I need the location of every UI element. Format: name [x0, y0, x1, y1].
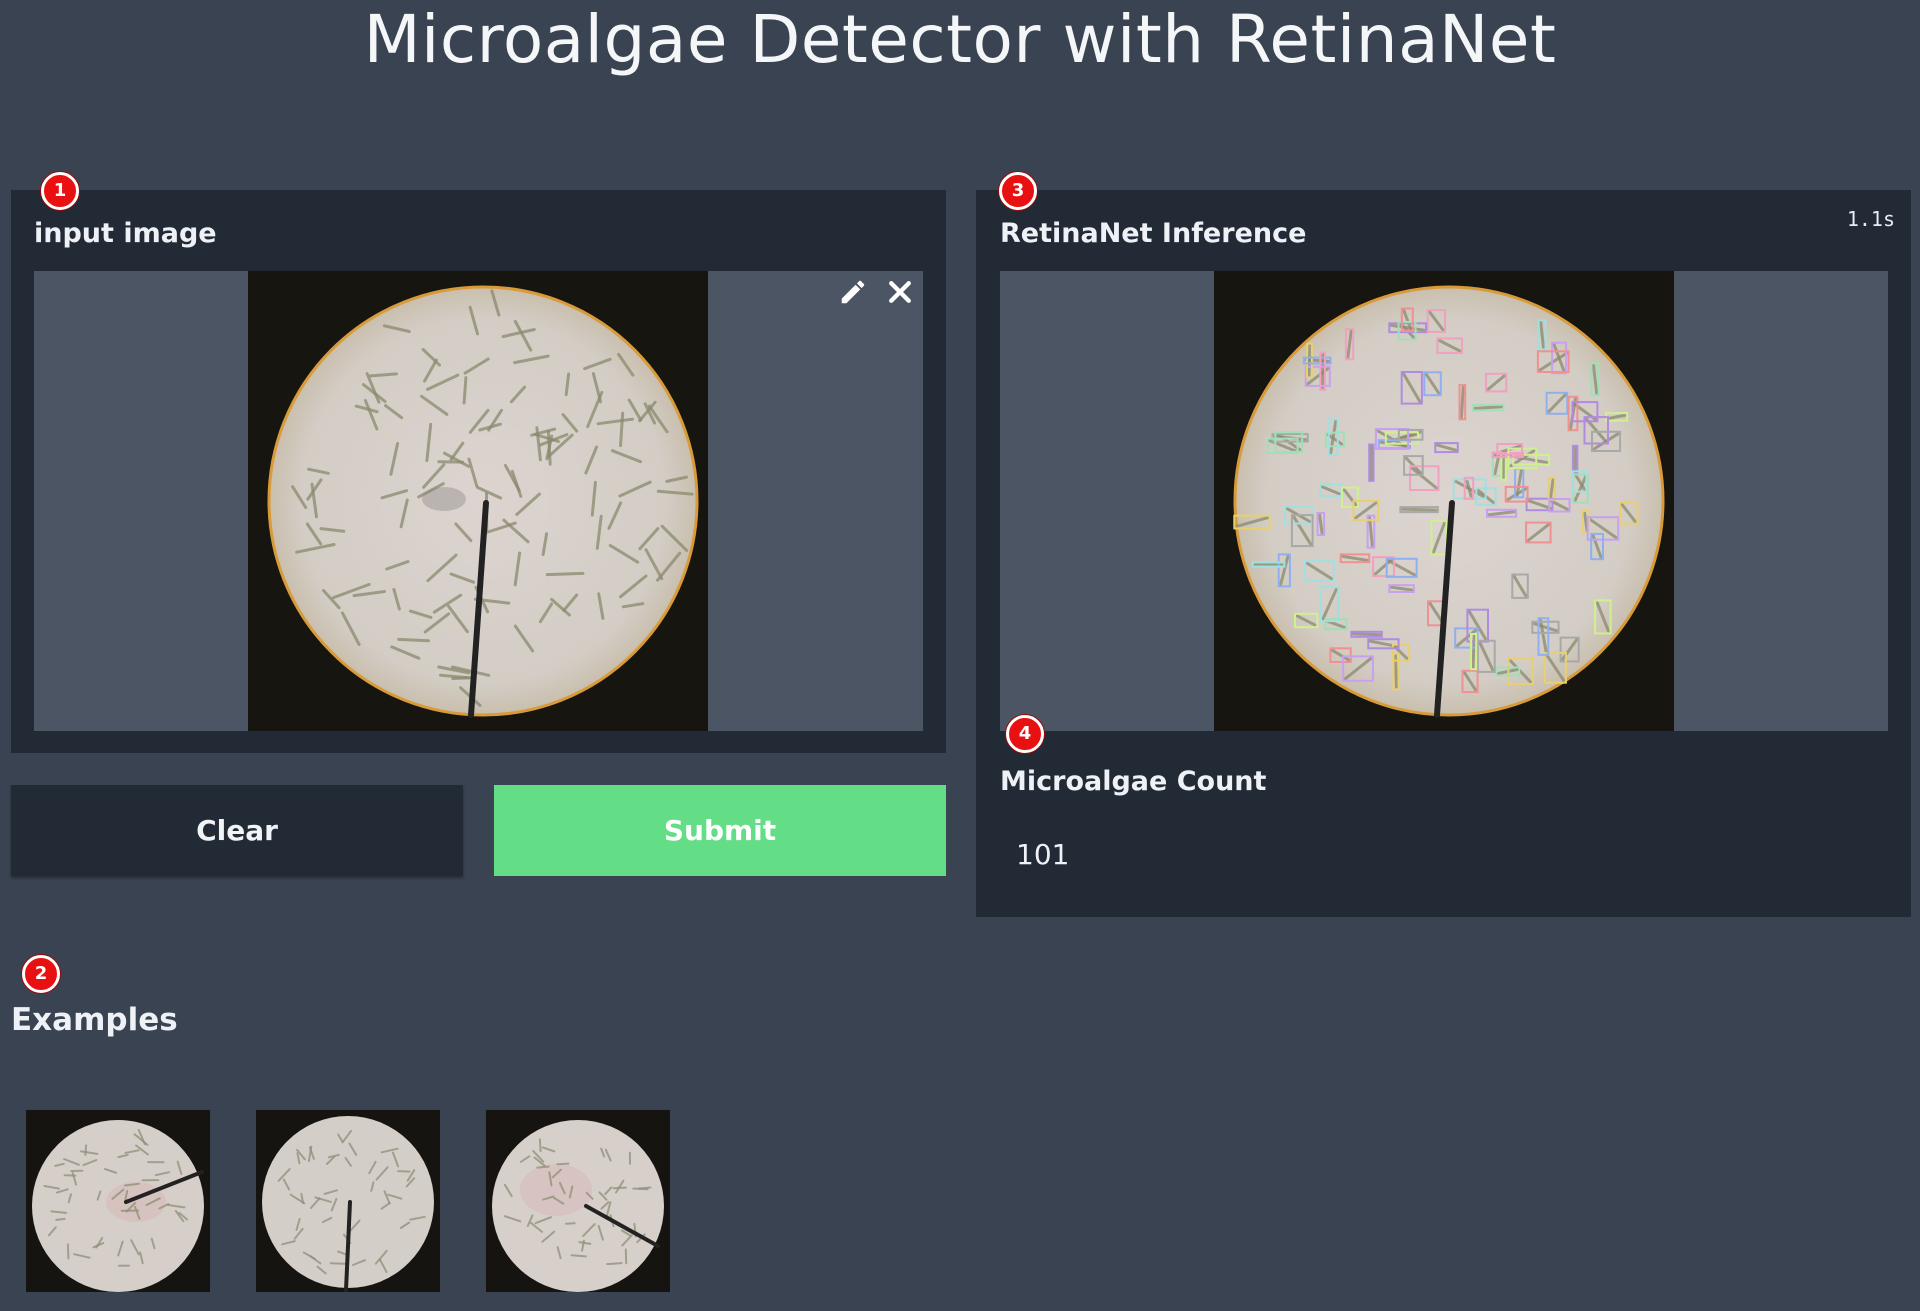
retinanet-output-panel: 1.1s RetinaNet Inference Microalgae Coun…	[976, 190, 1911, 917]
submit-button[interactable]: Submit	[494, 785, 946, 876]
annotation-badge-1: 1	[41, 172, 79, 210]
annotation-badge-3: 3	[999, 172, 1037, 210]
example-thumbnail-1[interactable]	[26, 1110, 210, 1292]
algae-cell	[1351, 632, 1382, 637]
algae-cell	[536, 1165, 550, 1169]
algae-cell	[632, 1187, 649, 1191]
algae-cell	[570, 1254, 587, 1258]
example-thumbnail-3[interactable]	[486, 1110, 670, 1292]
page-title: Microalgae Detector with RetinaNet	[363, 1, 1557, 78]
microalgae-count-value: 101	[1016, 838, 1070, 871]
algae-cell	[1320, 353, 1325, 390]
input-microscope-image	[248, 271, 708, 731]
algae-cell	[556, 1162, 570, 1166]
example-thumbnail-2[interactable]	[256, 1110, 440, 1292]
input-image-panel: input image	[11, 190, 946, 753]
annotation-badge-2: 2	[22, 955, 60, 993]
annotation-badge-4: 4	[1006, 715, 1044, 753]
algae-cell	[462, 376, 468, 405]
close-icon[interactable]	[885, 277, 915, 311]
algae-cell	[1400, 507, 1438, 512]
algae-cell	[606, 1262, 623, 1266]
algae-cell	[84, 1144, 88, 1156]
examples-label: Examples	[11, 1002, 178, 1038]
microalgae-count-label: Microalgae Count	[1000, 766, 1267, 797]
algae-cell	[546, 430, 552, 466]
retinanet-inference-label: RetinaNet Inference	[1000, 218, 1307, 249]
algae-cell	[66, 1243, 70, 1260]
algae-cell	[565, 1222, 576, 1225]
pencil-icon[interactable]	[838, 277, 868, 311]
algae-cell	[55, 1217, 66, 1221]
algae-cell	[397, 637, 430, 643]
algae-cell	[1501, 455, 1506, 480]
algae-cell	[1573, 446, 1577, 473]
algae-cell	[538, 1138, 542, 1153]
algae-cell	[612, 1186, 627, 1190]
input-image-label: input image	[34, 218, 217, 249]
input-image-area[interactable]	[34, 271, 923, 731]
algae-cell	[369, 372, 398, 378]
output-image-area	[1000, 271, 1888, 731]
algae-cell	[545, 571, 585, 577]
algae-cell	[1473, 405, 1503, 410]
output-detection-image	[1214, 271, 1674, 731]
clear-button[interactable]: Clear	[11, 785, 463, 876]
algae-cell	[397, 1170, 411, 1173]
inference-timer: 1.1s	[1846, 207, 1895, 231]
algae-cell	[329, 1262, 349, 1265]
algae-cell	[1460, 385, 1465, 419]
